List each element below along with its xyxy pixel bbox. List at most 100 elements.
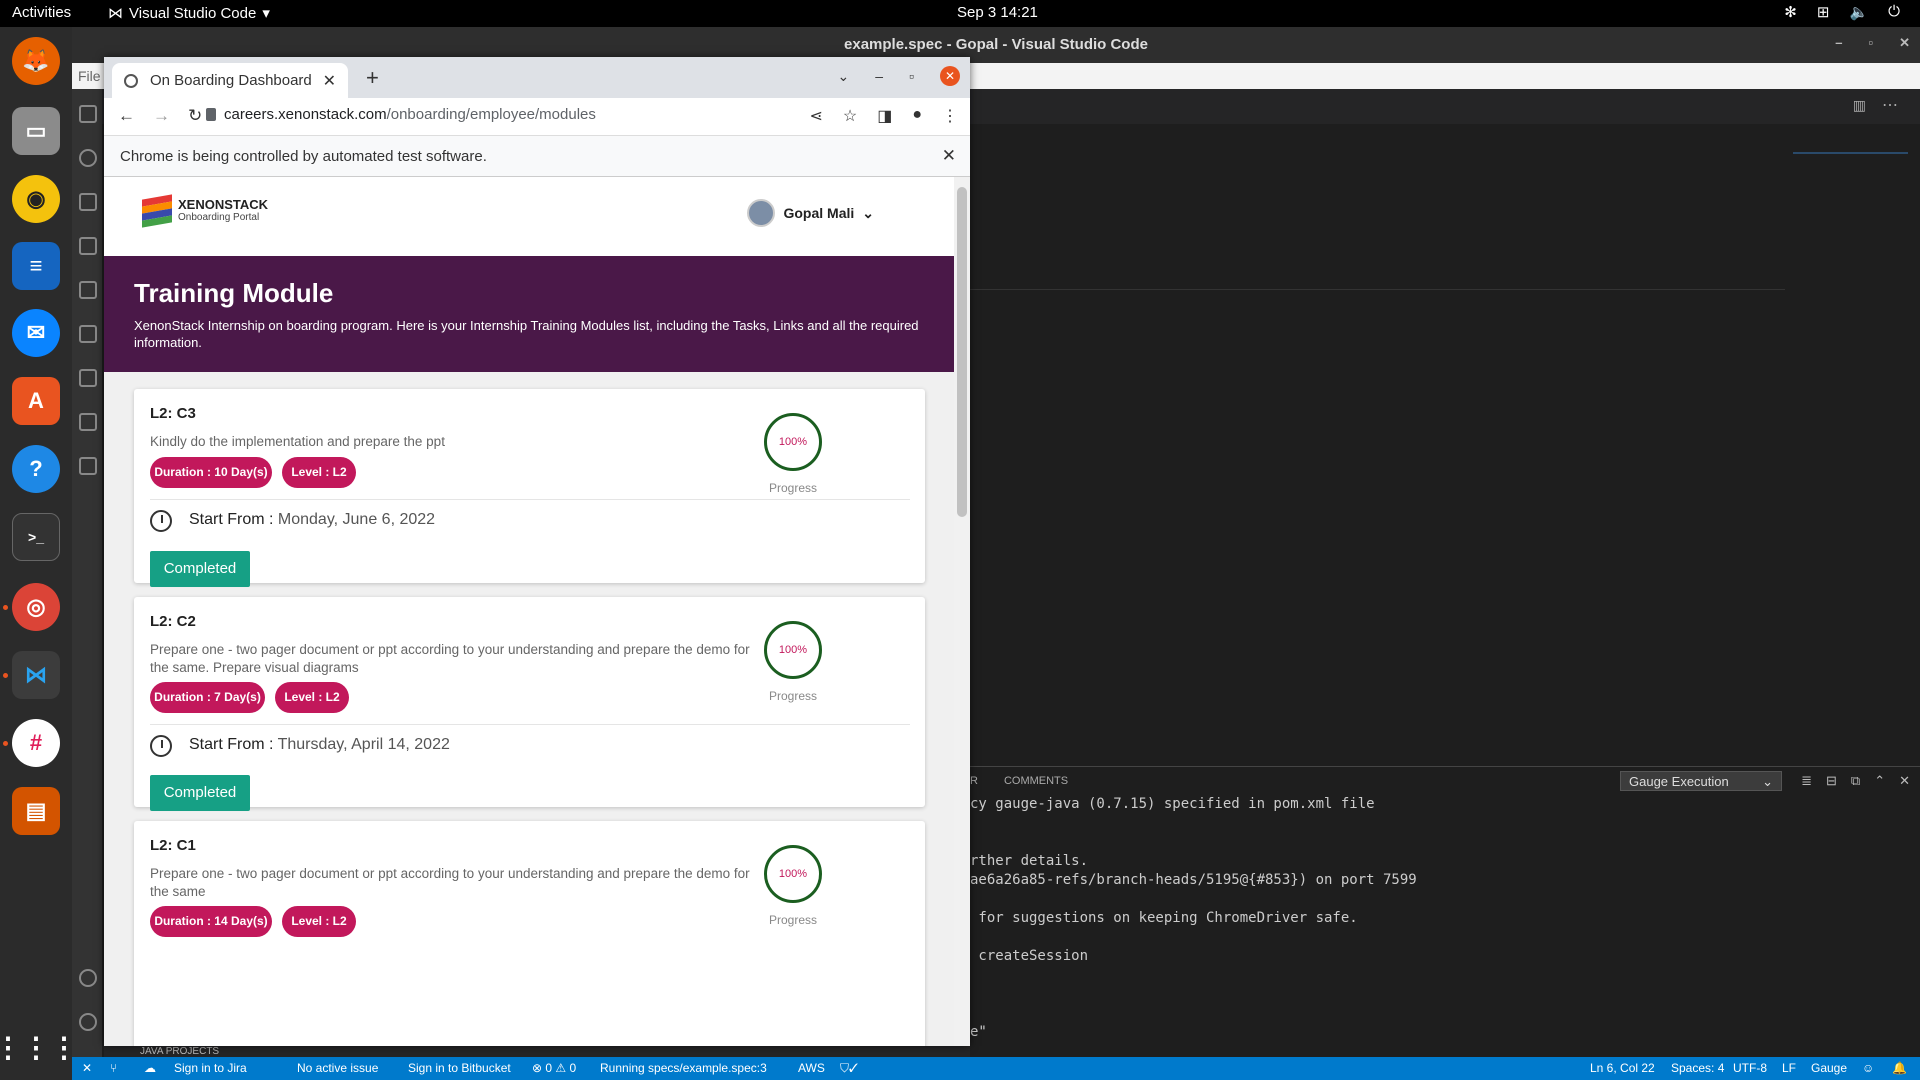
menu-kebab-icon[interactable]: ⋮ [942, 106, 958, 126]
close-window-icon[interactable]: ✕ [940, 66, 960, 86]
explorer-icon[interactable] [79, 105, 97, 123]
feedback-icon[interactable]: ☺ [1862, 1061, 1874, 1075]
open-editor-icon[interactable]: ⧉ [1851, 773, 1860, 789]
testing-icon[interactable] [79, 369, 97, 387]
volume-icon[interactable]: 🔈 [1849, 3, 1868, 21]
files-icon[interactable]: ▭ [12, 107, 60, 155]
manage-gear-icon[interactable] [79, 1013, 97, 1031]
menu-file[interactable]: File [78, 68, 101, 84]
tab-comments[interactable]: COMMENTS [1004, 775, 1068, 787]
network-icon[interactable]: ⊞ [1817, 3, 1830, 21]
reload-icon[interactable]: ↻ [188, 106, 202, 126]
editor-area[interactable] [970, 124, 1920, 764]
source-control-icon[interactable] [79, 193, 97, 211]
close-tab-icon[interactable]: ✕ [323, 71, 336, 91]
status-jira[interactable]: Sign in to Jira [174, 1061, 247, 1075]
module-title: L2: C1 [150, 837, 196, 854]
address-bar[interactable]: careers.xenonstack.com/onboarding/employ… [224, 106, 596, 123]
search-icon[interactable] [79, 149, 97, 167]
rhythmbox-icon[interactable]: ◉ [12, 175, 60, 223]
thunderbird-icon[interactable]: ✉ [12, 309, 60, 357]
close-infobar-icon[interactable]: ✕ [942, 146, 956, 166]
panel-tab-partial[interactable]: R [970, 775, 978, 787]
tab-search-icon[interactable]: ⌄ [838, 68, 850, 85]
account-icon[interactable] [79, 969, 97, 987]
shield-check-icon[interactable]: ⛉✓ [840, 1061, 858, 1076]
status-spaces[interactable]: Spaces: 4 [1671, 1061, 1724, 1075]
module-card[interactable]: L2: C3 Kindly do the implementation and … [134, 389, 925, 587]
module-description: Prepare one - two pager document or ppt … [150, 642, 750, 675]
activities-button[interactable]: Activities [12, 4, 71, 21]
progress-ring: 100% [764, 845, 822, 903]
maximize-icon[interactable]: ▫ [1868, 35, 1873, 51]
bell-icon[interactable]: 🔔 [1892, 1061, 1907, 1075]
avatar [747, 199, 776, 227]
new-tab-icon[interactable]: + [366, 65, 379, 91]
docker-icon[interactable] [79, 413, 97, 431]
status-position[interactable]: Ln 6, Col 22 [1590, 1061, 1655, 1075]
firefox-icon[interactable]: 🦊 [12, 37, 60, 85]
status-aws[interactable]: AWS [798, 1061, 825, 1075]
terminal-icon[interactable]: >_ [12, 513, 60, 561]
minimize-icon[interactable]: – [875, 68, 883, 84]
completed-button[interactable]: Completed [150, 551, 250, 587]
lock-icon[interactable] [206, 108, 216, 121]
slack-tray-icon[interactable]: ✻ [1784, 3, 1797, 21]
software-icon[interactable]: A [12, 377, 60, 425]
gauge-icon[interactable] [79, 457, 97, 475]
chrome-icon[interactable]: ◎ [12, 583, 60, 631]
power-icon[interactable]: ⏻ [1888, 3, 1900, 21]
more-actions-icon[interactable]: ⋯ [1882, 95, 1898, 115]
cloud-icon[interactable]: ☁ [144, 1061, 156, 1075]
status-language[interactable]: Gauge [1811, 1061, 1847, 1075]
status-issue[interactable]: No active issue [297, 1061, 378, 1075]
close-icon[interactable]: ✕ [1899, 35, 1910, 51]
share-icon[interactable]: ⋖ [809, 106, 822, 126]
status-problems[interactable]: ⊗ 0 ⚠ 0 [532, 1061, 576, 1075]
maximize-panel-icon[interactable]: ⌃ [1874, 773, 1885, 789]
minimize-icon[interactable]: – [1835, 35, 1842, 51]
status-bitbucket[interactable]: Sign in to Bitbucket [408, 1061, 511, 1075]
status-bar: ✕ ⑂ ☁ Sign in to Jira No active issue Si… [72, 1057, 1920, 1080]
xenonstack-logo[interactable] [142, 194, 172, 228]
branch-icon[interactable]: ⑂ [110, 1061, 117, 1075]
help-icon[interactable]: ? [12, 445, 60, 493]
module-card[interactable]: L2: C1 Prepare one - two pager document … [134, 821, 925, 1046]
scrollbar-thumb[interactable] [957, 187, 967, 517]
page-scrollbar[interactable] [954, 177, 970, 1046]
lock-icon[interactable]: ⊟ [1826, 773, 1837, 789]
output-channel-select[interactable]: Gauge Execution ⌄ [1620, 771, 1782, 791]
profile-icon[interactable]: ● [912, 106, 922, 126]
caret-down-icon: ▾ [262, 5, 270, 22]
java-projects-section[interactable]: JAVA PROJECTS [104, 1046, 970, 1057]
status-eol[interactable]: LF [1782, 1061, 1796, 1075]
completed-button[interactable]: Completed [150, 775, 250, 811]
status-encoding[interactable]: UTF-8 [1733, 1061, 1767, 1075]
writer-icon[interactable]: ≡ [12, 242, 60, 290]
clock[interactable]: Sep 3 14:21 [957, 4, 1038, 21]
split-editor-icon[interactable]: ▥ [1853, 97, 1866, 114]
impress-icon[interactable]: ▤ [12, 787, 60, 835]
remote-status-icon[interactable]: ✕ [82, 1061, 92, 1075]
user-menu[interactable]: Gopal Mali ⌄ [747, 199, 874, 227]
slack-icon[interactable]: # [12, 719, 60, 767]
bookmark-star-icon[interactable]: ☆ [843, 106, 857, 126]
brand-name: XENONSTACK Onboarding Portal [178, 197, 269, 223]
side-panel-icon[interactable]: ◨ [877, 106, 892, 126]
site-header: XENONSTACK Onboarding Portal Gopal Mali ⌄ [104, 177, 954, 256]
close-panel-icon[interactable]: ✕ [1899, 773, 1910, 789]
back-icon[interactable]: ← [118, 106, 135, 126]
browser-tab[interactable]: On Boarding Dashboard ✕ [112, 63, 348, 98]
clear-output-icon[interactable]: ≣ [1801, 773, 1812, 789]
status-running[interactable]: Running specs/example.spec:3 [600, 1061, 767, 1075]
extensions-icon[interactable] [79, 281, 97, 299]
module-card[interactable]: L2: C2 Prepare one - two pager document … [134, 597, 925, 811]
maximize-icon[interactable]: ▫ [909, 68, 914, 84]
apps-grid-icon[interactable]: ⋮⋮⋮ [0, 1023, 78, 1071]
vscode-icon[interactable]: ⋈ [12, 651, 60, 699]
remote-icon[interactable] [79, 325, 97, 343]
forward-icon[interactable]: → [153, 106, 170, 126]
start-date-value: Thursday, April 14, 2022 [277, 736, 450, 753]
run-debug-icon[interactable] [79, 237, 97, 255]
app-menu[interactable]: ⋈ Visual Studio Code ▾ [108, 4, 270, 23]
